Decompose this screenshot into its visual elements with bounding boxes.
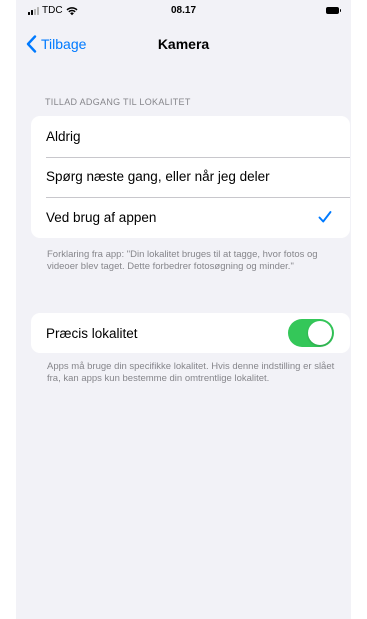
back-button[interactable]: Tilbage — [26, 32, 86, 56]
checkmark-icon — [318, 211, 332, 223]
status-bar: TDC 08.17 — [16, 0, 351, 22]
precise-location-toggle[interactable] — [288, 319, 334, 347]
option-label: Aldrig — [46, 128, 81, 144]
option-row-ask-next-time[interactable]: Spørg næste gang, eller når jeg deler — [31, 156, 350, 198]
precise-location-group: Præcis lokalitet — [31, 313, 350, 353]
status-time: 08.17 — [170, 5, 197, 16]
chevron-left-icon — [26, 35, 37, 53]
option-row-while-using[interactable]: Ved brug af appen — [31, 197, 350, 238]
toggle-knob — [308, 321, 332, 345]
navigation-bar: Tilbage Kamera — [16, 28, 351, 60]
section-header-location-access: TILLAD ADGANG TIL LOKALITET — [45, 97, 191, 107]
precise-location-explanation-text: Apps må bruge din specifikke lokalitet. … — [47, 361, 335, 384]
battery-icon — [326, 6, 341, 14]
location-options-group: Aldrig Spørg næste gang, eller når jeg d… — [31, 116, 350, 238]
precise-location-label: Præcis lokalitet — [46, 325, 138, 341]
option-label: Spørg næste gang, eller når jeg deler — [46, 169, 270, 185]
option-row-never[interactable]: Aldrig — [31, 116, 350, 157]
back-label: Tilbage — [41, 36, 87, 52]
precise-location-row: Præcis lokalitet — [31, 313, 350, 353]
option-label: Ved brug af appen — [46, 209, 157, 225]
location-explanation-text: Forklaring fra app: "Din lokalitet bruge… — [47, 249, 318, 272]
settings-screen: TDC 08.17 Tilbage Kamera TILLAD ADGANG T… — [16, 0, 351, 619]
